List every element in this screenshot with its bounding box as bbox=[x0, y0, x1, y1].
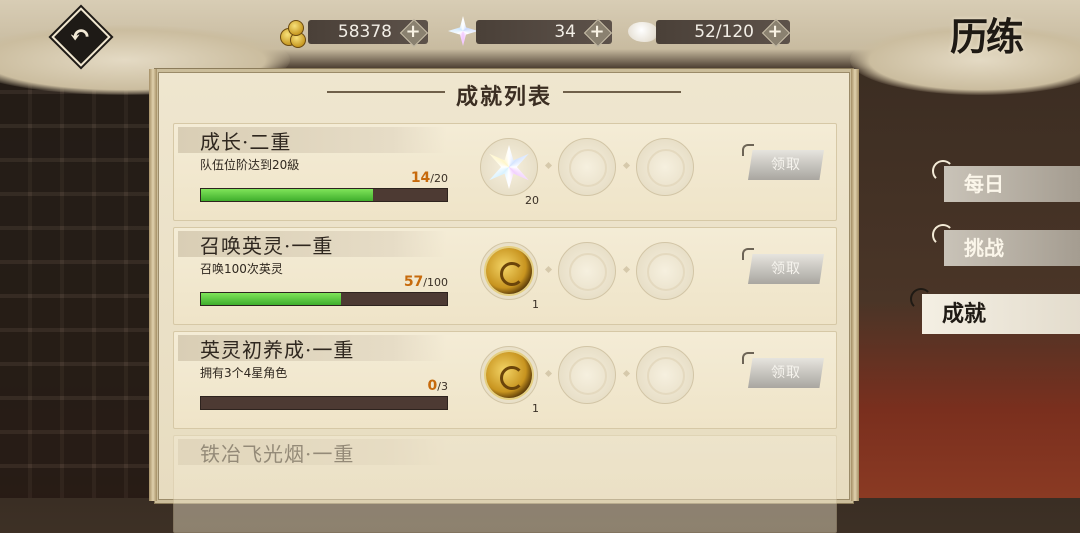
back-arrow-icon: ↶ bbox=[69, 21, 91, 51]
add-crystal-button[interactable]: + bbox=[583, 18, 613, 48]
reward-slot-empty bbox=[636, 138, 694, 196]
add-stamina-button[interactable]: + bbox=[761, 18, 791, 48]
tab-daily[interactable]: 每日 bbox=[932, 160, 1080, 202]
reward-slot-empty bbox=[558, 346, 616, 404]
achievement-desc: 队伍位阶达到20級 bbox=[200, 158, 300, 172]
scroll-edge-right bbox=[851, 69, 859, 501]
bread-stamina-icon bbox=[626, 16, 660, 48]
background-room bbox=[850, 60, 1080, 498]
page-title: 历练 bbox=[949, 14, 1024, 59]
tab-challenge[interactable]: 挑战 bbox=[932, 224, 1080, 266]
divider-dot bbox=[622, 265, 631, 274]
resource-crystal: 34 + bbox=[446, 16, 613, 48]
tab-label: 成就 bbox=[942, 301, 987, 327]
progress-fill bbox=[201, 293, 342, 305]
progress-text: 57/100 bbox=[400, 274, 448, 290]
add-gold-button[interactable]: + bbox=[399, 18, 429, 48]
progress-text: 0/3 bbox=[400, 378, 448, 394]
claim-button[interactable]: 领取 bbox=[748, 254, 824, 284]
progress-fill bbox=[201, 189, 374, 201]
reward-slot-empty bbox=[558, 242, 616, 300]
achievement-card: 英灵初养成·一重 拥有3个4星角色 0/3 1 领取 bbox=[173, 331, 837, 429]
scroll-edge-left bbox=[149, 69, 157, 501]
progress-total: /3 bbox=[437, 380, 448, 393]
achievement-name: 铁冶飞光烟·一重 bbox=[200, 442, 355, 466]
resource-gold: 58378 + bbox=[278, 16, 429, 48]
crystal-star-icon bbox=[489, 145, 529, 189]
progress-text: 14/20 bbox=[400, 170, 448, 186]
tab-label: 每日 bbox=[964, 172, 1004, 196]
divider-dot bbox=[622, 161, 631, 170]
plus-icon: + bbox=[589, 21, 605, 42]
reward-count: 1 bbox=[532, 298, 539, 311]
achievement-card: 铁冶飞光烟·一重 bbox=[173, 435, 837, 533]
curl-ornament-icon bbox=[932, 160, 954, 182]
reward-slot-empty bbox=[636, 346, 694, 404]
achievement-scroll-panel: 成就列表 成长·二重 队伍位阶达到20級 14/20 20 领取 召唤英灵·一重… bbox=[149, 69, 859, 533]
progress-bar bbox=[200, 292, 448, 306]
divider-dot bbox=[544, 161, 553, 170]
progress-total: /100 bbox=[423, 276, 448, 289]
reward-slot-empty bbox=[636, 242, 694, 300]
plus-icon: + bbox=[405, 21, 421, 42]
achievement-card: 成长·二重 队伍位阶达到20級 14/20 20 领取 bbox=[173, 123, 837, 221]
reward-slot[interactable]: 1 bbox=[480, 346, 539, 415]
achievement-name: 英灵初养成·一重 bbox=[200, 338, 355, 362]
gold-medal-icon bbox=[486, 352, 532, 398]
divider-dot bbox=[622, 369, 631, 378]
curl-ornament-icon bbox=[932, 224, 954, 246]
achievement-name: 成长·二重 bbox=[200, 130, 292, 154]
progress-bar bbox=[200, 188, 448, 202]
progress-total: /20 bbox=[430, 172, 448, 185]
reward-slot-empty bbox=[558, 138, 616, 196]
progress-bar bbox=[200, 396, 448, 410]
divider-dot bbox=[544, 265, 553, 274]
claim-button[interactable]: 领取 bbox=[748, 150, 824, 180]
tab-label: 挑战 bbox=[964, 236, 1004, 260]
progress-current: 57 bbox=[403, 274, 424, 290]
plus-icon: + bbox=[767, 21, 783, 42]
progress-current: 14 bbox=[410, 170, 431, 186]
progress-current: 0 bbox=[427, 378, 438, 394]
gold-coins-icon bbox=[278, 16, 312, 48]
background-window-lattice bbox=[0, 60, 170, 498]
tab-achievement[interactable]: 成就 bbox=[910, 288, 1080, 334]
reward-count: 1 bbox=[532, 402, 539, 415]
back-button[interactable]: ↶ bbox=[51, 7, 111, 67]
reward-slot[interactable]: 1 bbox=[480, 242, 539, 311]
panel-title: 成就列表 bbox=[455, 84, 552, 110]
achievement-desc: 拥有3个4星角色 bbox=[200, 366, 288, 380]
crystal-star-icon bbox=[446, 16, 480, 48]
claim-button[interactable]: 领取 bbox=[748, 358, 824, 388]
gold-medal-icon bbox=[486, 248, 532, 294]
curl-ornament-icon bbox=[910, 288, 932, 310]
resource-stamina: 52/120 + bbox=[626, 16, 791, 48]
achievement-card: 召唤英灵·一重 召唤100次英灵 57/100 1 领取 bbox=[173, 227, 837, 325]
reward-count: 20 bbox=[525, 194, 539, 207]
reward-slot[interactable]: 20 bbox=[480, 138, 539, 207]
achievement-desc: 召唤100次英灵 bbox=[200, 262, 283, 276]
achievement-name: 召唤英灵·一重 bbox=[200, 234, 334, 258]
divider-dot bbox=[544, 369, 553, 378]
